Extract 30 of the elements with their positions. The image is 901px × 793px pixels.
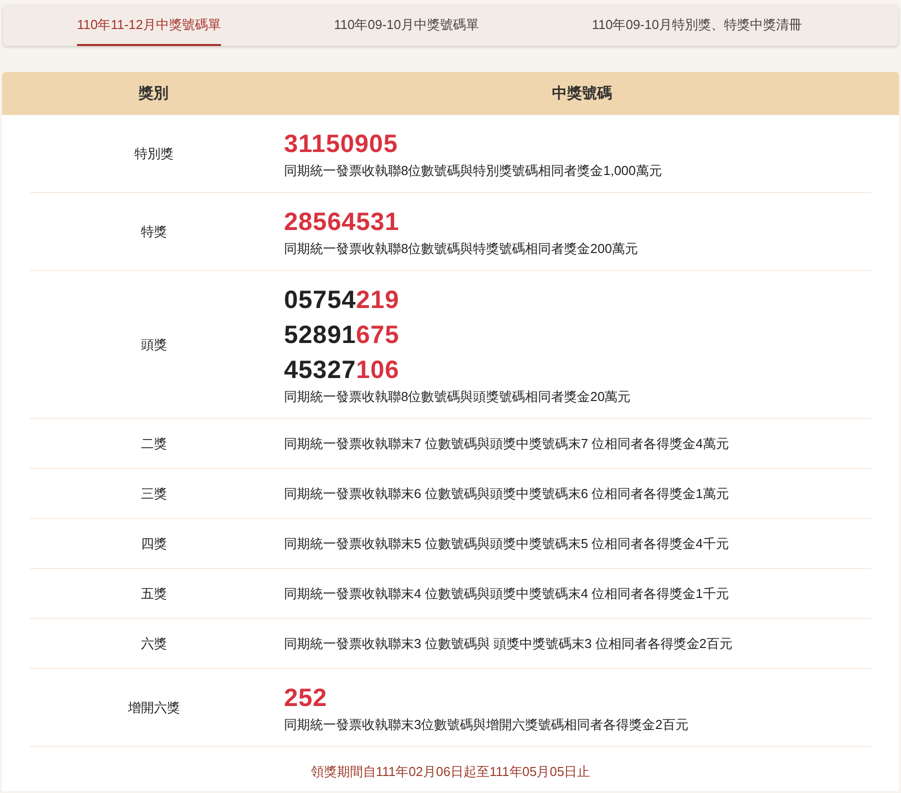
prize-rule-text: 同期統一發票收執聯末5 位數號碼與頭獎中獎號碼末5 位相同者各得獎金4千元 bbox=[284, 535, 730, 552]
claim-period-text: 領獎期間自111年02月06日起至111年05月05日止 bbox=[310, 763, 592, 781]
winning-number: 45327106 bbox=[284, 355, 400, 386]
prize-rule-text: 同期統一發票收執聯末6 位數號碼與頭獎中獎號碼末6 位相同者各得獎金1萬元 bbox=[284, 485, 730, 502]
prize-name: 特獎 bbox=[140, 222, 168, 240]
prize-name: 四獎 bbox=[140, 534, 168, 552]
prize-rule-text: 同期統一發票收執聯8位數號碼與頭獎號碼相同者獎金20萬元 bbox=[284, 388, 632, 405]
prize-rule-text: 同期統一發票收執聯8位數號碼與特獎號碼相同者獎金200萬元 bbox=[284, 240, 639, 257]
prize-rule-text: 同期統一發票收執聯8位數號碼與特別獎號碼相同者獎金1,000萬元 bbox=[284, 162, 663, 179]
prize-rule-text: 同期統一發票收執聯末7 位數號碼與頭獎中獎號碼末7 位相同者各得獎金4萬元 bbox=[284, 435, 730, 452]
winning-number: 28564531 bbox=[284, 207, 400, 238]
tab[interactable]: 110年09-10月中獎號碼單 bbox=[334, 5, 479, 46]
tab[interactable]: 110年09-10月特別獎、特獎中獎清冊 bbox=[592, 5, 802, 46]
column-header: 中獎號碼 bbox=[551, 84, 613, 103]
prize-name: 二獎 bbox=[140, 434, 168, 452]
column-header: 獎別 bbox=[137, 84, 170, 103]
prize-name: 增開六獎 bbox=[127, 698, 181, 716]
winning-number: 31150905 bbox=[284, 129, 398, 160]
prize-rule-text: 同期統一發票收執聯末4 位數號碼與頭獎中獎號碼末4 位相同者各得獎金1千元 bbox=[284, 585, 730, 602]
prize-name: 五獎 bbox=[140, 584, 168, 602]
prize-name: 頭獎 bbox=[140, 336, 168, 354]
prize-rule-text: 同期統一發票收執聯末3 位數號碼與 頭獎中獎號碼末3 位相同者各得獎金2百元 bbox=[284, 635, 734, 652]
tab[interactable]: 110年11-12月中獎號碼單 bbox=[77, 5, 222, 46]
winning-number: 252 bbox=[284, 683, 328, 714]
prize-name: 三獎 bbox=[140, 484, 168, 502]
prize-name: 六獎 bbox=[140, 634, 168, 652]
winning-number: 52891675 bbox=[284, 320, 400, 351]
prize-name: 特別獎 bbox=[134, 144, 174, 162]
prize-rule-text: 同期統一發票收執聯末3位數號碼與增開六獎號碼相同者各得獎金2百元 bbox=[284, 716, 690, 733]
winning-number: 05754219 bbox=[284, 285, 400, 316]
